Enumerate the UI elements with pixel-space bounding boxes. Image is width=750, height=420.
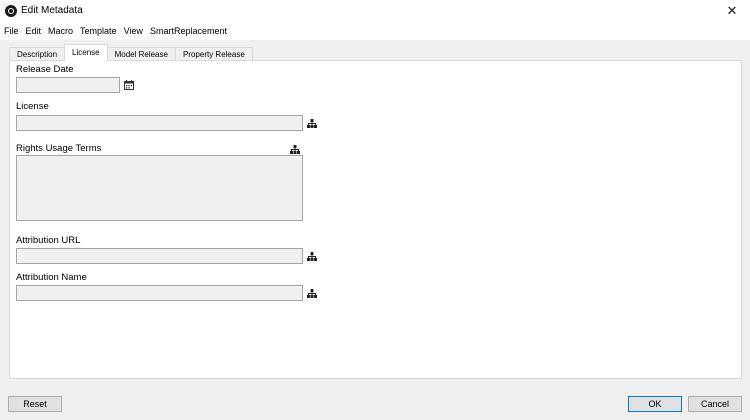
rights-usage-terms-structure-button[interactable]	[289, 143, 301, 155]
tab-description[interactable]: Description	[9, 47, 66, 61]
calendar-button[interactable]	[123, 79, 135, 91]
app-logo-icon	[5, 5, 17, 17]
close-button[interactable]: ✕	[714, 0, 750, 22]
menu-bar: File Edit Macro Template View SmartRepla…	[0, 22, 750, 40]
hierarchy-icon	[290, 144, 300, 154]
rights-usage-terms-textarea[interactable]	[16, 155, 303, 221]
title-bar: Edit Metadata ✕	[0, 0, 750, 22]
calendar-icon	[124, 80, 134, 90]
tab-strip: Description License Model Release Proper…	[9, 44, 253, 61]
window-title: Edit Metadata	[21, 5, 83, 16]
attribution-name-label: Attribution Name	[16, 272, 87, 283]
menu-template[interactable]: Template	[80, 26, 117, 36]
attribution-name-structure-button[interactable]	[306, 287, 318, 299]
close-icon: ✕	[726, 3, 738, 19]
menu-macro[interactable]: Macro	[48, 26, 73, 36]
license-panel: Release Date License Rights Usage Terms …	[9, 60, 742, 379]
attribution-url-label: Attribution URL	[16, 235, 81, 246]
release-date-label: Release Date	[16, 64, 74, 75]
attribution-name-field[interactable]	[16, 285, 303, 301]
license-structure-button[interactable]	[306, 117, 318, 129]
attribution-url-structure-button[interactable]	[306, 250, 318, 262]
tab-property-release[interactable]: Property Release	[174, 47, 253, 61]
reset-button[interactable]: Reset	[8, 396, 62, 412]
license-label: License	[16, 101, 49, 112]
menu-smartreplacement[interactable]: SmartReplacement	[150, 26, 227, 36]
hierarchy-icon	[307, 288, 317, 298]
release-date-field[interactable]	[16, 77, 120, 93]
tab-model-release[interactable]: Model Release	[106, 47, 176, 61]
rights-usage-terms-label: Rights Usage Terms	[16, 143, 102, 154]
tab-license[interactable]: License	[64, 44, 108, 61]
attribution-url-field[interactable]	[16, 248, 303, 264]
dialog-body: Description License Model Release Proper…	[0, 40, 750, 420]
license-field[interactable]	[16, 115, 303, 131]
hierarchy-icon	[307, 251, 317, 261]
hierarchy-icon	[307, 118, 317, 128]
menu-file[interactable]: File	[4, 26, 19, 36]
ok-button[interactable]: OK	[628, 396, 682, 412]
cancel-button[interactable]: Cancel	[688, 396, 742, 412]
menu-view[interactable]: View	[124, 26, 143, 36]
menu-edit[interactable]: Edit	[26, 26, 42, 36]
